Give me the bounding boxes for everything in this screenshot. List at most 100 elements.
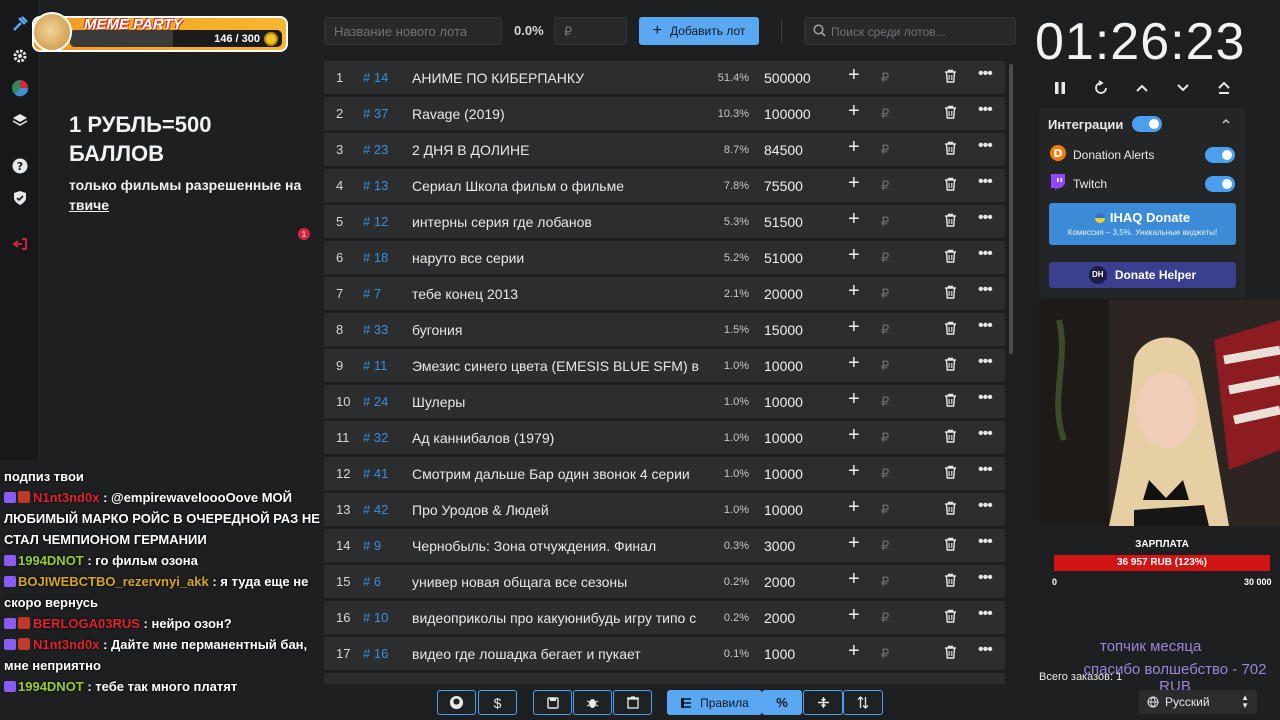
lot-row[interactable]: 4 # 13 Сериал Школа фильм о фильме 7.8% 7550… — [324, 169, 1005, 202]
trash-icon[interactable] — [944, 141, 957, 155]
trash-icon[interactable] — [944, 429, 957, 443]
add-amount-icon[interactable]: + — [848, 568, 860, 591]
lot-id-link[interactable]: # 32 — [363, 430, 388, 445]
more-icon[interactable]: ••• — [978, 605, 993, 623]
trash-icon[interactable] — [944, 69, 957, 83]
help-icon[interactable]: ? — [10, 156, 30, 176]
chevron-down-icon[interactable] — [1173, 78, 1193, 98]
lot-name[interactable]: наруто все серии — [412, 250, 702, 266]
more-icon[interactable]: ••• — [978, 569, 993, 587]
lot-id-link[interactable]: # 11 — [363, 358, 387, 373]
ruble-input[interactable]: ₽ — [881, 466, 889, 482]
lot-row[interactable]: 7 # 7 тебе конец 2013 2.1% 20000 + ₽ ••• — [324, 277, 1005, 310]
lot-id-link[interactable]: # 12 — [363, 214, 388, 229]
ihaq-donate-button[interactable]: IHAQ Donate Комиссия – 3,5%. Уникальные … — [1049, 203, 1236, 245]
more-icon[interactable]: ••• — [978, 425, 993, 443]
more-icon[interactable]: ••• — [978, 461, 993, 479]
add-amount-icon[interactable]: + — [848, 352, 860, 375]
lot-name[interactable]: Ravage (2019) — [412, 106, 702, 122]
donate-helper-button[interactable]: DH Donate Helper — [1049, 262, 1236, 288]
ruble-input[interactable]: ₽ — [881, 610, 889, 626]
lot-id-link[interactable]: # 13 — [363, 178, 388, 193]
gear-icon[interactable] — [10, 46, 30, 66]
integrations-toggle[interactable] — [1132, 116, 1162, 132]
add-amount-icon[interactable]: + — [848, 496, 860, 519]
chevron-up-icon[interactable] — [1132, 78, 1152, 98]
trash-icon[interactable] — [944, 285, 957, 299]
trash-icon[interactable] — [944, 321, 957, 335]
lot-name[interactable]: видеоприколы про какуюнибудь игру типо с — [412, 610, 702, 626]
lot-row[interactable]: 17 # 16 видео где лошадка бегает и пукает 0… — [324, 637, 1005, 670]
lot-row[interactable]: 5 # 12 интерны серия где лобанов 5.3% 51500 +… — [324, 205, 1005, 238]
lot-name[interactable]: Ад каннибалов (1979) — [412, 430, 702, 446]
lot-name[interactable]: 2 ДНЯ В ДОЛИНЕ — [412, 142, 702, 158]
language-select[interactable]: Русский ▲ ▼ — [1139, 690, 1257, 714]
more-icon[interactable]: ••• — [978, 641, 993, 659]
add-amount-icon[interactable]: + — [848, 460, 860, 483]
lot-id-link[interactable]: # 18 — [363, 250, 388, 265]
lot-id-link[interactable]: # 23 — [363, 142, 388, 157]
trash-icon[interactable] — [944, 105, 957, 119]
double-chevron-up-icon[interactable] — [1214, 78, 1234, 98]
more-icon[interactable]: ••• — [978, 245, 993, 263]
sort-button[interactable] — [843, 690, 883, 715]
add-amount-icon[interactable]: + — [848, 424, 860, 447]
dollar-button[interactable]: $ — [478, 690, 517, 715]
ruble-input[interactable]: ₽ — [881, 70, 889, 86]
lot-name[interactable]: Смотрим дальше Бар один звонок 4 серии — [412, 466, 702, 482]
lot-row[interactable]: 3 # 23 2 ДНЯ В ДОЛИНЕ 8.7% 84500 + ₽ ••• — [324, 133, 1005, 166]
ruble-input[interactable]: ₽ — [881, 646, 889, 662]
lot-row[interactable]: 14 # 9 Чернобыль: Зона отчуждения. Финал 0.… — [324, 529, 1005, 562]
chat-username[interactable]: 1994DNOT — [18, 679, 84, 694]
lot-row[interactable]: 12 # 41 Смотрим дальше Бар один звонок 4 с… — [324, 457, 1005, 490]
add-amount-icon[interactable]: + — [848, 532, 860, 555]
ruble-input[interactable]: ₽ — [881, 358, 889, 374]
ruble-input[interactable]: ₽ — [881, 250, 889, 266]
more-icon[interactable]: ••• — [978, 353, 993, 371]
ruble-input[interactable]: ₽ — [881, 286, 889, 302]
add-amount-icon[interactable]: + — [848, 64, 860, 87]
ruble-input[interactable]: ₽ — [881, 178, 889, 194]
lot-row[interactable]: 11 # 32 Ад каннибалов (1979) 1.0% 10000 + ₽ ••• — [324, 421, 1005, 454]
pause-icon[interactable] — [1050, 78, 1070, 98]
github-button[interactable] — [437, 690, 476, 715]
hammer-icon[interactable] — [10, 14, 30, 34]
ruble-input[interactable]: ₽ — [881, 430, 889, 446]
lot-row[interactable]: 1 # 14 АНИМЕ ПО КИБЕРПАНКУ 51.4% 500000 + ₽ ••• — [324, 61, 1005, 94]
lot-id-link[interactable]: # 33 — [363, 322, 388, 337]
add-lot-button[interactable]: + Добавить лот — [639, 17, 759, 45]
trash-icon[interactable] — [944, 249, 957, 263]
lot-row[interactable]: 15 # 6 универ новая общага все сезоны 0.2% 2… — [324, 565, 1005, 598]
pie-chart-icon[interactable] — [10, 78, 30, 98]
donation-alerts-toggle[interactable] — [1205, 147, 1235, 163]
lot-name[interactable]: тебе конец 2013 — [412, 286, 702, 302]
lot-name[interactable]: универ новая общага все сезоны — [412, 574, 702, 590]
trash-icon[interactable] — [944, 501, 957, 515]
add-amount-icon[interactable]: + — [848, 208, 860, 231]
twitch-toggle[interactable] — [1205, 176, 1235, 192]
trash-icon[interactable] — [944, 177, 957, 191]
add-amount-icon[interactable]: + — [848, 316, 860, 339]
ruble-input[interactable]: ₽ — [881, 106, 889, 122]
trash-icon[interactable] — [944, 213, 957, 227]
lot-row[interactable]: 8 # 33 бугония 1.5% 15000 + ₽ ••• — [324, 313, 1005, 346]
lot-row[interactable] — [324, 673, 1005, 684]
lot-name[interactable]: Эмезис синего цвета (EMESIS BLUE SFM) в … — [412, 358, 702, 374]
trash-icon[interactable] — [944, 645, 957, 659]
add-amount-icon[interactable]: + — [848, 280, 860, 303]
trash-icon[interactable] — [944, 465, 957, 479]
more-icon[interactable]: ••• — [978, 137, 993, 155]
lot-name[interactable]: Чернобыль: Зона отчуждения. Финал — [412, 538, 702, 554]
trash-icon[interactable] — [944, 609, 957, 623]
trash-icon[interactable] — [944, 393, 957, 407]
lot-name[interactable]: Сериал Школа фильм о фильме — [412, 178, 702, 194]
add-amount-icon[interactable]: + — [848, 100, 860, 123]
add-amount-icon[interactable]: + — [848, 604, 860, 627]
lot-id-link[interactable]: # 16 — [363, 646, 388, 661]
trash-icon[interactable] — [944, 357, 957, 371]
ruble-input[interactable]: ₽ — [881, 574, 889, 590]
search-input[interactable]: Поиск среди лотов... — [804, 17, 1016, 45]
lot-row[interactable]: 10 # 24 Шулеры 1.0% 10000 + ₽ ••• — [324, 385, 1005, 418]
chat-username[interactable]: N1nt3nd0x — [33, 490, 99, 505]
ruble-input[interactable]: ₽ — [881, 142, 889, 158]
